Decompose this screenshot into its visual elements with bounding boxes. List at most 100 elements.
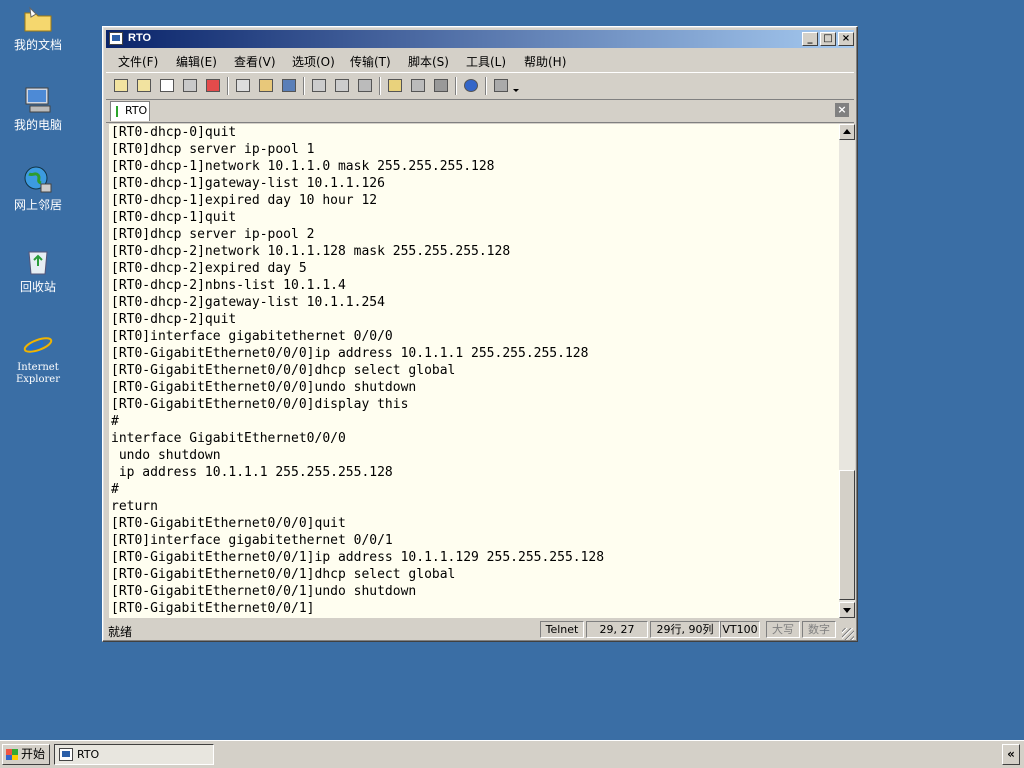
terminal-line: [RT0-dhcp-1]quit (111, 210, 237, 225)
terminal-line: undo shutdown (111, 448, 221, 463)
connect-icon[interactable] (112, 77, 130, 95)
terminal-line: [RT0]dhcp server ip-pool 1 (111, 142, 315, 157)
find-icon[interactable] (280, 77, 298, 95)
terminal-line: [RT0-GigabitEthernet0/0/0]quit (111, 516, 346, 531)
menu-script[interactable]: 脚本(S) (408, 53, 449, 70)
session-tabbar: RTO × (106, 100, 854, 123)
terminal-line: [RT0-dhcp-2]gateway-list 10.1.1.254 (111, 295, 385, 310)
desktop-icon-label: 我的文档 (13, 38, 62, 52)
terminal-line: [RT0]dhcp server ip-pool 2 (111, 227, 315, 242)
tab-close-button[interactable]: × (835, 103, 849, 117)
keymap-icon[interactable] (492, 77, 510, 95)
scroll-down-button[interactable] (839, 602, 855, 618)
status-ready-text: 就绪 (108, 625, 133, 639)
global-options-icon[interactable] (409, 77, 427, 95)
connect-tab-icon[interactable] (158, 77, 176, 95)
terminal-line: [RT0-dhcp-2]nbns-list 10.1.1.4 (111, 278, 346, 293)
toolbar-separator (485, 77, 487, 95)
menubar: 文件(F) 编辑(E) 查看(V) 选项(O) 传输(T) 脚本(S) 工具(L… (106, 50, 854, 70)
close-button[interactable]: × (838, 32, 854, 46)
taskbar-item-rto[interactable]: RTO (54, 744, 214, 765)
desktop-icon-label: 网上邻居 (13, 198, 62, 212)
desktop-icon-internet-explorer[interactable]: e Internet Explorer (6, 328, 70, 386)
internet-explorer-icon: e (22, 328, 54, 361)
terminal-line: # (111, 482, 119, 497)
desktop-icon-label: 回收站 (19, 280, 56, 294)
terminal-line: [RT0-dhcp-1]expired day 10 hour 12 (111, 193, 378, 208)
menu-edit[interactable]: 编辑(E) (176, 53, 217, 70)
reconnect-icon[interactable] (181, 77, 199, 95)
disconnect-icon[interactable] (204, 77, 222, 95)
folder-icon (22, 4, 54, 36)
minimize-button[interactable]: _ (802, 32, 818, 46)
recycle-bin-icon (22, 246, 54, 278)
maximize-button[interactable]: □ (820, 32, 836, 46)
menu-tools[interactable]: 工具(L) (466, 53, 506, 70)
key-icon[interactable] (432, 77, 450, 95)
tab-label: RTO (125, 104, 148, 117)
terminal-line: ip address 10.1.1.1 255.255.255.128 (111, 465, 393, 480)
app-icon (59, 748, 73, 761)
computer-icon (22, 84, 54, 116)
start-button[interactable]: 开始 (2, 744, 50, 765)
desktop-icon-my-documents[interactable]: 我的文档 (6, 4, 70, 52)
menu-file[interactable]: 文件(F) (118, 53, 158, 70)
print-setup-icon[interactable] (310, 77, 328, 95)
start-label: 开始 (21, 747, 46, 761)
app-icon (109, 32, 123, 45)
status-terminal-size: 29行, 90列 (650, 621, 720, 638)
terminal-line: [RT0-GigabitEthernet0/0/1]undo shutdown (111, 584, 417, 599)
quick-connect-icon[interactable] (135, 77, 153, 95)
paste-icon[interactable] (257, 77, 275, 95)
statusbar: 就绪 Telnet 29, 27 29行, 90列 VT100 大写 数字 (106, 620, 854, 640)
vertical-scrollbar[interactable] (839, 124, 855, 618)
scroll-thumb[interactable] (839, 470, 855, 600)
tray-expand-button[interactable]: « (1002, 744, 1020, 765)
terminal-line: # (111, 414, 119, 429)
status-protocol: Telnet (540, 621, 584, 638)
window-title: RTO (128, 32, 152, 44)
terminal-line: [RT0-dhcp-0]quit (111, 125, 237, 140)
status-cursor-position: 29, 27 (586, 621, 648, 638)
taskbar-item-label: RTO (77, 748, 100, 761)
print-selection-icon[interactable] (333, 77, 351, 95)
desktop-icon-recycle-bin[interactable]: 回收站 (6, 246, 70, 294)
toolbar (106, 72, 854, 100)
copy-icon[interactable] (234, 77, 252, 95)
terminal-line: [RT0-dhcp-2]quit (111, 312, 237, 327)
tab-session-rto[interactable]: RTO (110, 101, 150, 121)
scroll-up-button[interactable] (839, 124, 855, 140)
desktop-icon-label: 我的电脑 (13, 118, 62, 132)
menu-options[interactable]: 选项(O) (292, 53, 335, 70)
terminal-line: [RT0-GigabitEthernet0/0/0]display this (111, 397, 409, 412)
terminal-output[interactable]: [RT0-dhcp-0]quit [RT0]dhcp server ip-pool… (109, 124, 839, 618)
terminal-line: [RT0-GigabitEthernet0/0/0]ip address 10.… (111, 346, 589, 361)
terminal-line: interface GigabitEthernet0/0/0 (111, 431, 346, 446)
help-icon[interactable] (462, 77, 480, 95)
toolbar-separator (303, 77, 305, 95)
terminal-line: [RT0-dhcp-1]gateway-list 10.1.1.126 (111, 176, 385, 191)
terminal-line: [RT0]interface gigabitethernet 0/0/1 (111, 533, 393, 548)
terminal-line: [RT0]interface gigabitethernet 0/0/0 (111, 329, 393, 344)
desktop-icon-network[interactable]: 网上邻居 (6, 164, 70, 212)
windows-logo-icon (6, 749, 18, 760)
window-titlebar[interactable]: RTO _ □ × (106, 30, 854, 48)
menu-transfer[interactable]: 传输(T) (350, 53, 391, 70)
print-icon[interactable] (356, 77, 374, 95)
desktop-icon-my-computer[interactable]: 我的电脑 (6, 84, 70, 132)
terminal-line: [RT0-GigabitEthernet0/0/1]dhcp select gl… (111, 567, 456, 582)
status-emulation: VT100 (720, 621, 760, 638)
terminal-line: [RT0-GigabitEthernet0/0/0]undo shutdown (111, 380, 417, 395)
toolbar-separator (379, 77, 381, 95)
terminal-line: [RT0-GigabitEthernet0/0/1] (111, 601, 315, 616)
toolbar-overflow-icon[interactable] (511, 77, 521, 95)
status-caps-lock: 大写 (766, 621, 800, 638)
session-options-icon[interactable] (386, 77, 404, 95)
terminal-line: return (111, 499, 158, 514)
menu-help[interactable]: 帮助(H) (524, 53, 566, 70)
menu-view[interactable]: 查看(V) (234, 53, 276, 70)
resize-grip-icon[interactable] (842, 628, 854, 640)
terminal-line: [RT0-GigabitEthernet0/0/0]dhcp select gl… (111, 363, 456, 378)
toolbar-separator (227, 77, 229, 95)
terminal-line: [RT0-dhcp-2]expired day 5 (111, 261, 307, 276)
